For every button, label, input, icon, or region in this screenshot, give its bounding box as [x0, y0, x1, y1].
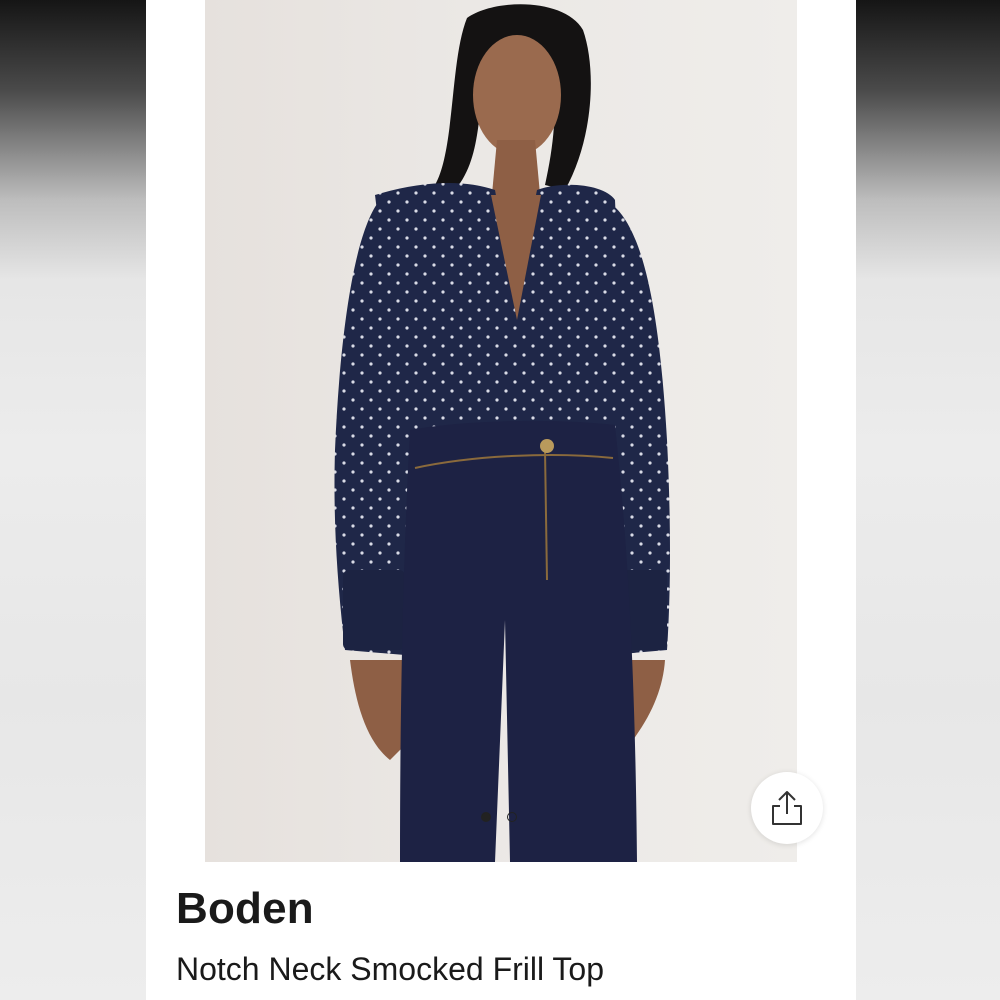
carousel-dot-2[interactable]: [507, 812, 517, 822]
product-photo[interactable]: [205, 0, 797, 862]
right-blurred-backdrop: [856, 0, 1000, 1000]
model-illustration: [334, 4, 670, 862]
listing-card: Boden Notch Neck Smocked Frill Top: [146, 0, 856, 1000]
product-title: Notch Neck Smocked Frill Top: [176, 951, 604, 987]
share-button[interactable]: [751, 772, 823, 844]
carousel-indicator: [481, 812, 517, 822]
left-blurred-backdrop: [0, 0, 146, 1000]
carousel-dot-1[interactable]: [481, 812, 491, 822]
brand-name[interactable]: Boden: [176, 884, 314, 934]
share-icon: [772, 791, 802, 825]
